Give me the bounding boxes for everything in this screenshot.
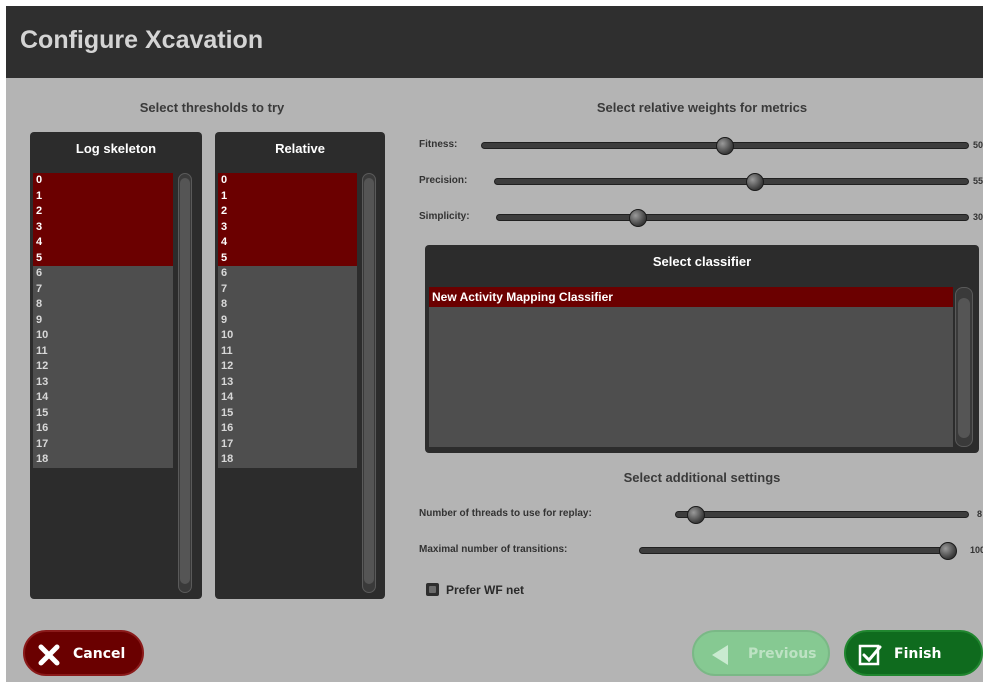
- cancel-label: Cancel: [73, 646, 126, 662]
- simplicity-slider[interactable]: [496, 209, 969, 227]
- log-skeleton-item[interactable]: 14: [33, 390, 173, 406]
- log-skeleton-scroll-thumb[interactable]: [180, 178, 190, 584]
- transitions-value: 100: [970, 545, 983, 555]
- log-skeleton-item[interactable]: 2: [33, 204, 173, 220]
- finish-button[interactable]: Finish: [844, 630, 983, 676]
- fitness-slider[interactable]: [481, 137, 969, 155]
- log-skeleton-item[interactable]: 8: [33, 297, 173, 313]
- transitions-label: Maximal number of transitions:: [419, 544, 568, 555]
- relative-item[interactable]: 18: [218, 452, 357, 468]
- log-skeleton-list[interactable]: 0 1 2 3 4 5 6 7 8 9 10 11 12 13 14 15 16 17 18: [33, 173, 173, 468]
- relative-item[interactable]: 14: [218, 390, 357, 406]
- classifier-panel: Select classifier New Activity Mapping C…: [425, 245, 979, 453]
- title-bar: Configure Xcavation: [6, 6, 983, 78]
- log-skeleton-item[interactable]: 11: [33, 343, 173, 359]
- simplicity-value: 30: [973, 212, 983, 222]
- log-skeleton-item[interactable]: 16: [33, 421, 173, 437]
- transitions-slider[interactable]: [639, 542, 957, 560]
- relative-item[interactable]: 3: [218, 219, 357, 235]
- classifier-scrollbar[interactable]: [955, 287, 973, 447]
- log-skeleton-item[interactable]: 10: [33, 328, 173, 344]
- fitness-slider-row: Fitness: 50: [419, 137, 983, 155]
- relative-list[interactable]: 0 1 2 3 4 5 6 7 8 9 10 11 12 13 14 15 16 17 18: [218, 173, 357, 468]
- relative-item[interactable]: 1: [218, 188, 357, 204]
- prefer-wf-net-checkbox[interactable]: [426, 583, 439, 596]
- precision-label: Precision:: [419, 175, 468, 186]
- relative-item[interactable]: 5: [218, 250, 357, 266]
- log-skeleton-item[interactable]: 3: [33, 219, 173, 235]
- relative-scrollbar[interactable]: [362, 173, 376, 593]
- precision-slider-knob[interactable]: [746, 173, 765, 191]
- relative-item[interactable]: 2: [218, 204, 357, 220]
- relative-item[interactable]: 9: [218, 312, 357, 328]
- classifier-scroll-thumb[interactable]: [958, 298, 970, 438]
- fitness-value: 50: [973, 140, 983, 150]
- relative-item[interactable]: 10: [218, 328, 357, 344]
- relative-item[interactable]: 8: [218, 297, 357, 313]
- precision-value: 55: [973, 176, 983, 186]
- simplicity-slider-knob[interactable]: [629, 209, 648, 227]
- log-skeleton-item[interactable]: 5: [33, 250, 173, 266]
- threads-label: Number of threads to use for replay:: [419, 508, 592, 519]
- log-skeleton-list-panel: Log skeleton 0 1 2 3 4 5 6 7 8 9 10 11 12 13 14 15 16 17 1…: [30, 132, 202, 599]
- checkbox-checked-icon: [858, 644, 882, 666]
- threads-slider-row: Number of threads to use for replay: 8: [419, 506, 983, 524]
- log-skeleton-item[interactable]: 13: [33, 374, 173, 390]
- classifier-list[interactable]: New Activity Mapping Classifier: [429, 287, 953, 447]
- log-skeleton-item[interactable]: 0: [33, 173, 173, 189]
- thresholds-heading: Select thresholds to try: [139, 100, 285, 115]
- close-icon: [38, 644, 60, 666]
- simplicity-slider-row: Simplicity: 30: [419, 209, 983, 227]
- classifier-header: Select classifier: [652, 254, 752, 269]
- relative-item[interactable]: 6: [218, 266, 357, 282]
- relative-scroll-thumb[interactable]: [364, 178, 374, 584]
- relative-item[interactable]: 15: [218, 405, 357, 421]
- relative-item[interactable]: 4: [218, 235, 357, 251]
- relative-item[interactable]: 13: [218, 374, 357, 390]
- finish-label: Finish: [894, 646, 942, 662]
- relative-list-panel: Relative 0 1 2 3 4 5 6 7 8 9 10 11 12 13 14 15 16 17 18: [215, 132, 385, 599]
- relative-item[interactable]: 11: [218, 343, 357, 359]
- transitions-slider-knob[interactable]: [939, 542, 957, 560]
- relative-item[interactable]: 12: [218, 359, 357, 375]
- threads-slider[interactable]: [675, 506, 969, 524]
- log-skeleton-item[interactable]: 6: [33, 266, 173, 282]
- relative-header: Relative: [275, 141, 325, 156]
- prefer-wf-net-label: Prefer WF net: [446, 583, 525, 597]
- log-skeleton-scrollbar[interactable]: [178, 173, 192, 593]
- log-skeleton-item[interactable]: 18: [33, 452, 173, 468]
- fitness-label: Fitness:: [419, 139, 458, 150]
- log-skeleton-item[interactable]: 9: [33, 312, 173, 328]
- log-skeleton-header: Log skeleton: [75, 141, 157, 156]
- relative-item[interactable]: 7: [218, 281, 357, 297]
- configure-dialog: Configure Xcavation Select thresholds to…: [6, 6, 983, 682]
- log-skeleton-item[interactable]: 15: [33, 405, 173, 421]
- log-skeleton-item[interactable]: 7: [33, 281, 173, 297]
- dialog-title: Configure Xcavation: [20, 26, 264, 54]
- fitness-slider-knob[interactable]: [716, 137, 734, 155]
- precision-slider-row: Precision: 55: [419, 173, 983, 191]
- previous-button[interactable]: Previous: [692, 630, 830, 676]
- relative-item[interactable]: 17: [218, 436, 357, 452]
- log-skeleton-item[interactable]: 12: [33, 359, 173, 375]
- relative-item[interactable]: 0: [218, 173, 357, 189]
- cancel-button[interactable]: Cancel: [23, 630, 144, 676]
- log-skeleton-item[interactable]: 1: [33, 188, 173, 204]
- arrow-left-icon: [712, 645, 728, 665]
- log-skeleton-item[interactable]: 4: [33, 235, 173, 251]
- simplicity-label: Simplicity:: [419, 211, 470, 222]
- previous-label: Previous: [748, 646, 817, 662]
- additional-heading: Select additional settings: [623, 470, 781, 485]
- relative-item[interactable]: 16: [218, 421, 357, 437]
- log-skeleton-item[interactable]: 17: [33, 436, 173, 452]
- threads-value: 8: [977, 509, 983, 519]
- threads-slider-knob[interactable]: [687, 506, 706, 524]
- weights-heading: Select relative weights for metrics: [596, 100, 808, 115]
- precision-slider[interactable]: [494, 173, 969, 191]
- transitions-slider-row: Maximal number of transitions: 100: [419, 542, 983, 560]
- classifier-item-selected[interactable]: New Activity Mapping Classifier: [429, 287, 953, 307]
